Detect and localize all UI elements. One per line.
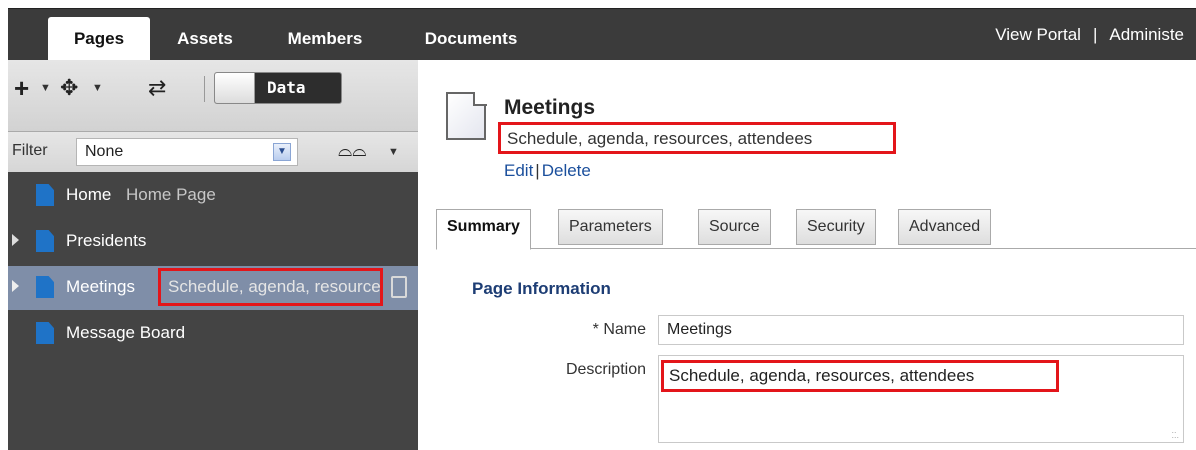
page-detail-panel: Meetings Schedule, agenda, resources, at…: [418, 60, 1196, 450]
chevron-down-icon[interactable]: ▼: [40, 82, 51, 94]
edit-link[interactable]: Edit: [504, 161, 533, 180]
expand-arrow-icon[interactable]: [12, 280, 19, 292]
device-icon[interactable]: [391, 276, 407, 298]
expand-arrow-icon[interactable]: [12, 234, 19, 246]
plus-icon[interactable]: +: [14, 74, 29, 102]
tree-item-message-board[interactable]: Message Board: [8, 312, 418, 356]
required-mark: *: [592, 321, 599, 338]
highlighted-description: Schedule, agenda, resources, attendees: [661, 360, 1059, 392]
toolbar-divider: [204, 76, 205, 102]
page-icon: [36, 230, 54, 252]
tree-item-name: Presidents: [66, 231, 147, 250]
filter-select[interactable]: None ▼: [76, 138, 298, 166]
chevron-down-icon[interactable]: ▼: [273, 143, 291, 161]
tab-security[interactable]: Security: [796, 209, 876, 245]
section-title: Page Information: [472, 279, 611, 298]
top-navigation-bar: Pages Assets Members Documents View Port…: [8, 8, 1196, 61]
name-label: * Name: [446, 321, 646, 339]
detail-tabs: Summary Parameters Source Security Advan…: [436, 209, 1196, 250]
data-toggle[interactable]: Data: [214, 72, 342, 104]
tab-assets[interactable]: Assets: [160, 17, 250, 61]
page-subtitle: Schedule, agenda, resources, attendees: [507, 129, 813, 148]
tree-item-name: Meetings: [66, 277, 135, 296]
tab-pages[interactable]: Pages: [48, 17, 150, 61]
highlighted-subtitle: Schedule, agenda, resources, attendees: [498, 122, 896, 154]
tree-item-presidents[interactable]: Presidents: [8, 220, 418, 264]
top-links: View Portal | Administe: [995, 9, 1184, 61]
link-separator: |: [1092, 25, 1098, 44]
tab-summary[interactable]: Summary: [436, 209, 531, 250]
filter-value: None: [85, 143, 124, 160]
delete-link[interactable]: Delete: [542, 161, 591, 180]
resize-grip-icon[interactable]: .....: [1171, 426, 1179, 440]
link-separator: |: [535, 161, 540, 180]
page-icon: [36, 184, 54, 206]
tree-item-meetings[interactable]: Meetings Schedule, agenda, resources, at…: [8, 266, 418, 310]
description-label: Description: [565, 361, 646, 378]
view-portal-link[interactable]: View Portal: [995, 25, 1081, 44]
view-options-icon[interactable]: ⌓⌓: [338, 140, 366, 161]
tab-members[interactable]: Members: [270, 17, 380, 61]
tree-item-desc: Home Page: [126, 185, 216, 204]
tree-item-desc: Schedule, agenda, resources, attendees: [168, 277, 381, 296]
tree-toolbar: + ▼ ✥ ▼ ⇄ Data: [8, 60, 418, 132]
filter-label: Filter: [12, 142, 48, 159]
name-label-text: Name: [603, 321, 646, 338]
administer-link[interactable]: Administe: [1109, 25, 1184, 44]
tab-documents[interactable]: Documents: [412, 17, 530, 61]
move-icon[interactable]: ✥: [60, 74, 78, 102]
toggle-knob: [215, 73, 255, 103]
page-tree-panel: + ▼ ✥ ▼ ⇄ Data Filter None ▼ ⌓⌓ ▼ Home H…: [8, 60, 418, 450]
page-icon: [36, 322, 54, 344]
highlighted-description: Schedule, agenda, resources, attendees: [158, 268, 383, 306]
tree-item-name: Home: [66, 185, 112, 204]
name-value: Meetings: [667, 321, 732, 338]
toggle-label: Data: [267, 78, 306, 97]
refresh-icon[interactable]: ⇄: [148, 74, 166, 102]
edit-delete-links: Edit | Delete: [504, 161, 591, 181]
name-field[interactable]: Meetings: [658, 315, 1184, 345]
chevron-down-icon[interactable]: ▼: [92, 82, 103, 94]
tab-parameters[interactable]: Parameters: [558, 209, 663, 245]
description-field[interactable]: Schedule, agenda, resources, attendees .…: [658, 355, 1184, 443]
page-title: Meetings: [504, 96, 596, 119]
document-fold: [473, 92, 487, 106]
tab-advanced[interactable]: Advanced: [898, 209, 992, 245]
page-icon: [36, 276, 54, 298]
tree-item-name: Message Board: [66, 323, 186, 342]
tree-item-home[interactable]: Home Home Page: [8, 174, 418, 218]
chevron-down-icon[interactable]: ▼: [388, 146, 399, 158]
description-value: Schedule, agenda, resources, attendees: [669, 366, 975, 385]
filter-row: Filter None ▼ ⌓⌓ ▼: [8, 132, 418, 172]
tab-source[interactable]: Source: [698, 209, 771, 245]
